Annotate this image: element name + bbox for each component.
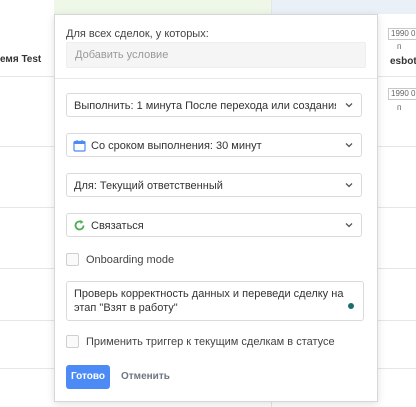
deal-tag: 1990 0 <box>388 88 416 100</box>
done-button[interactable]: Готово <box>66 365 110 389</box>
chevron-down-icon <box>345 103 353 108</box>
status-dot <box>348 303 354 309</box>
chevron-down-icon <box>345 183 353 188</box>
for-all-deals-label: Для всех сделок, у которых: <box>66 28 209 40</box>
responsible-value: Для: Текущий ответственный <box>74 180 223 192</box>
deal-snippet: п <box>397 103 402 112</box>
refresh-icon <box>74 220 85 231</box>
responsible-select[interactable]: Для: Текущий ответственный <box>66 173 362 197</box>
add-condition-field[interactable]: Добавить условие <box>66 42 366 68</box>
apply-trigger-option[interactable]: Применить триггер к текущим сделкам в ст… <box>66 335 356 351</box>
chevron-down-icon <box>345 223 353 228</box>
trigger-settings-popup: Для всех сделок, у которых: Добавить усл… <box>54 14 378 402</box>
execute-timing-select[interactable]: Выполнить: 1 минута После перехода или с… <box>66 93 362 117</box>
execute-timing-value: Выполнить: 1 минута После перехода или с… <box>74 100 336 112</box>
add-condition-placeholder: Добавить условие <box>75 49 169 61</box>
task-text-value: Проверь корректность данных и переведи с… <box>74 288 344 314</box>
deadline-value: Со сроком выполнения: 30 минут <box>91 140 262 152</box>
onboarding-mode-option[interactable]: Onboarding mode <box>66 253 266 269</box>
onboarding-mode-checkbox[interactable] <box>66 253 79 266</box>
onboarding-mode-label: Onboarding mode <box>86 254 175 266</box>
divider <box>55 78 377 79</box>
chevron-down-icon <box>345 143 353 148</box>
middle-column-header <box>54 0 272 14</box>
apply-trigger-label: Применить триггер к текущим сделкам в ст… <box>86 336 335 348</box>
cancel-button[interactable]: Отменить <box>121 371 170 382</box>
right-column-title: esbot <box>390 56 416 67</box>
action-type-value: Связаться <box>91 220 144 232</box>
deal-snippet: п <box>397 42 402 51</box>
left-column-title: емя Test <box>0 54 42 65</box>
deal-tag: 1990 0 <box>388 28 416 40</box>
task-text-field[interactable]: Проверь корректность данных и переведи с… <box>66 281 364 321</box>
deadline-select[interactable]: Со сроком выполнения: 30 минут <box>66 133 362 157</box>
right-column-header-bg <box>272 0 416 14</box>
action-type-select[interactable]: Связаться <box>66 213 362 237</box>
calendar-icon <box>73 140 86 152</box>
apply-trigger-checkbox[interactable] <box>66 335 79 348</box>
